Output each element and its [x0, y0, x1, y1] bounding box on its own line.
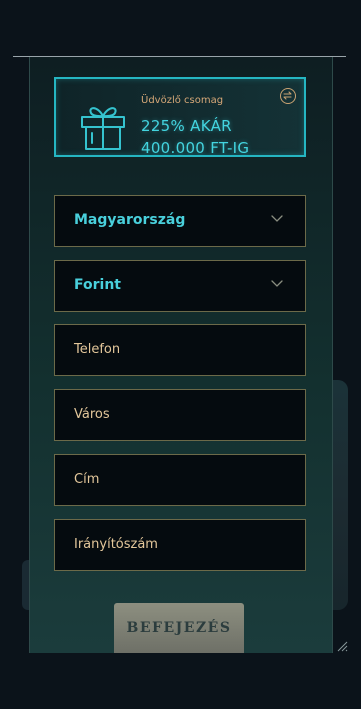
chevron-down-icon	[271, 280, 283, 287]
currency-value: Forint	[74, 277, 121, 293]
postcode-field[interactable]: Irányítószám	[54, 519, 306, 571]
bonus-amount: 400.000 FT-IG	[141, 139, 250, 157]
address-field[interactable]: Cím	[54, 454, 306, 506]
finish-button[interactable]: BEFEJEZÉS	[114, 603, 244, 653]
chevron-down-icon	[271, 215, 283, 222]
bonus-percentage: 225% AKÁR	[141, 117, 232, 135]
country-select[interactable]: Magyarország	[54, 195, 306, 247]
country-value: Magyarország	[74, 212, 186, 228]
swap-icon	[283, 91, 292, 100]
postcode-placeholder: Irányítószám	[74, 537, 158, 552]
swap-bonus-button[interactable]	[280, 88, 296, 104]
city-placeholder: Város	[74, 407, 110, 422]
resize-grip-icon[interactable]	[336, 640, 348, 652]
currency-select[interactable]: Forint	[54, 260, 306, 312]
city-field[interactable]: Város	[54, 389, 306, 441]
address-placeholder: Cím	[74, 472, 100, 487]
registration-screen: Üdvözlő csomag 225% AKÁR 400.000 FT-IG M…	[0, 0, 361, 709]
phone-field[interactable]: Telefon	[54, 324, 306, 376]
welcome-bonus-label: Üdvözlő csomag	[141, 95, 224, 106]
gift-icon	[81, 107, 125, 150]
registration-modal: Üdvözlő csomag 225% AKÁR 400.000 FT-IG M…	[29, 57, 333, 653]
phone-placeholder: Telefon	[74, 342, 121, 357]
welcome-bonus-banner: Üdvözlő csomag 225% AKÁR 400.000 FT-IG	[54, 77, 306, 157]
